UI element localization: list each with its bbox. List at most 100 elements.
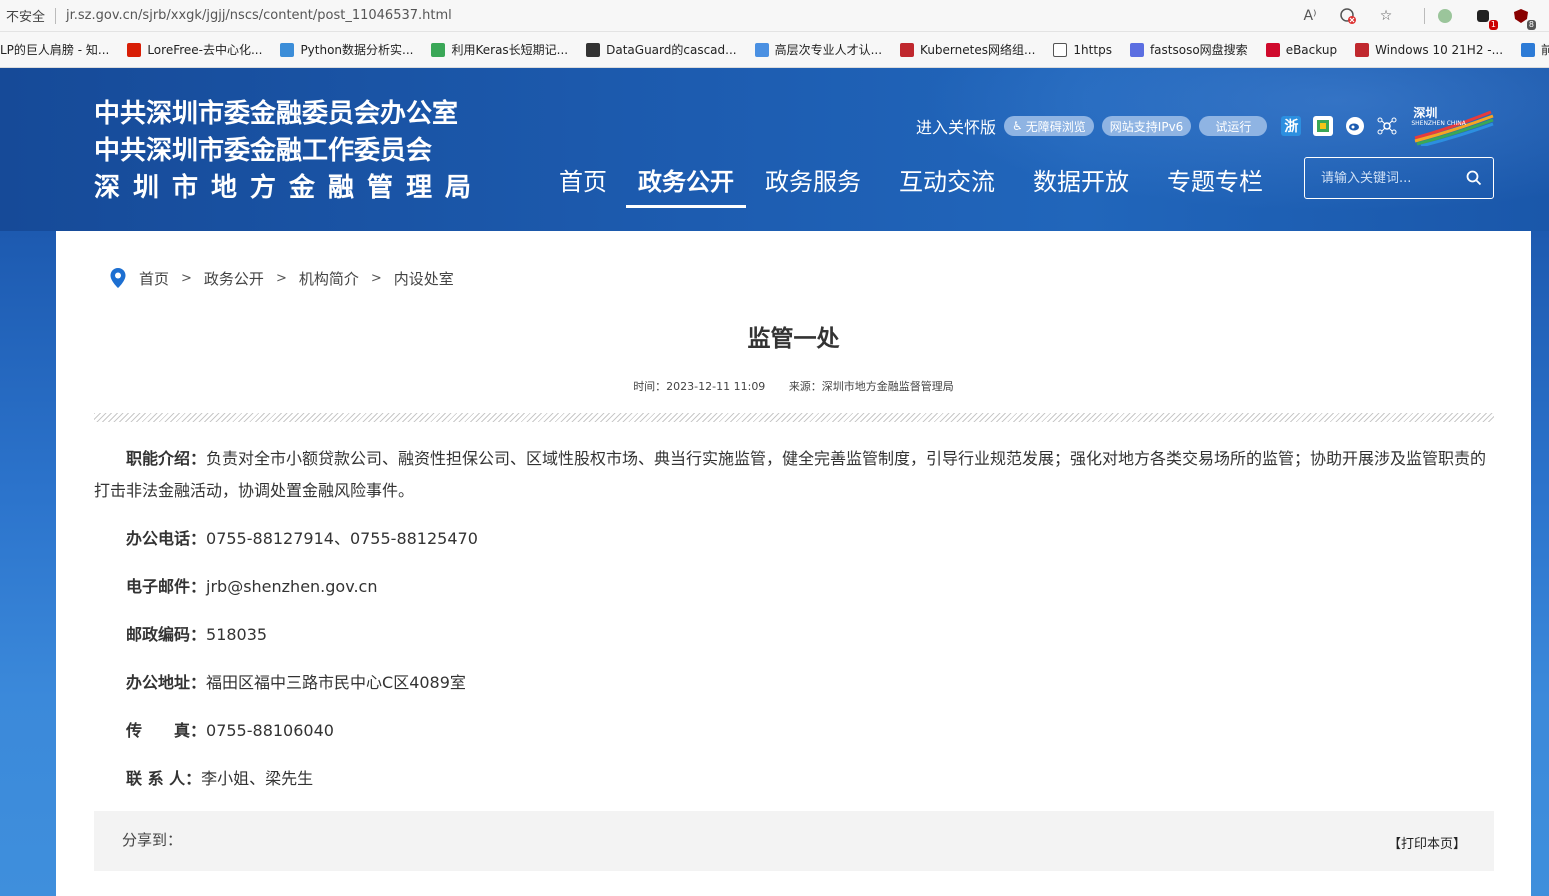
contact-label: 联 系 人： xyxy=(126,769,202,788)
email-label: 电子邮件： xyxy=(126,577,207,596)
nav-home[interactable]: 首页 xyxy=(540,154,626,207)
bookmark-label: eBackup xyxy=(1285,42,1338,57)
network-icon[interactable] xyxy=(1377,116,1397,136)
main-nav: 首页 政务公开 政务服务 互动交流 数据开放 专题专栏 xyxy=(540,154,1282,208)
phone-label: 办公电话： xyxy=(126,529,207,548)
fax-value: 0755-88106040 xyxy=(206,721,334,740)
insecure-label[interactable]: 不安全 xyxy=(6,6,45,25)
nav-open-data[interactable]: 数据开放 xyxy=(1014,154,1148,207)
bookmark-item[interactable]: Python数据分析实... xyxy=(280,41,413,58)
search-circle-icon xyxy=(1129,42,1144,57)
duty-label: 职能介绍： xyxy=(126,449,207,468)
bookmarks-bar: LP的巨人肩膀 - 知... LoreFree-去中心化... Python数据分析… xyxy=(0,32,1549,68)
ipv6-badge[interactable]: 网站支持IPv6 xyxy=(1101,116,1192,136)
weibo-icon[interactable] xyxy=(1345,116,1365,136)
site-header: 中共深圳市委金融委员会办公室 中共深圳市委金融工作委员会 深圳市地方金融管理局 … xyxy=(0,68,1549,231)
shenzhen-logo[interactable]: 深圳 SHENZHEN CHINA xyxy=(1411,106,1495,148)
bookmark-label: DataGuard的cascad... xyxy=(606,43,737,57)
breadcrumb-separator: > xyxy=(181,270,192,286)
bookmark-item[interactable]: LoreFree-去中心化... xyxy=(127,41,262,58)
bookmark-item[interactable]: fastsoso网盘搜索 xyxy=(1129,41,1248,58)
ublock-icon[interactable]: 8 xyxy=(1511,6,1536,30)
postcode-value: 518035 xyxy=(206,625,268,644)
diamond-icon xyxy=(1355,42,1370,57)
logo-line-1: 中共深圳市委金融委员会办公室 xyxy=(94,99,459,129)
site51-icon xyxy=(900,42,915,57)
miniprogram-icon[interactable] xyxy=(1313,116,1334,136)
nav-gov-affairs[interactable]: 政务公开 xyxy=(626,154,746,208)
accessibility-button[interactable]: ♿ 无障碍浏览 xyxy=(1004,116,1094,136)
code-icon xyxy=(431,42,446,57)
email-value[interactable]: jrb@shenzhen.gov.cn xyxy=(206,577,377,596)
article-card: 首页 > 政务公开 > 机构简介 > 内设处室 监管一处 时间：2023-12-… xyxy=(56,231,1531,896)
search-input[interactable] xyxy=(1305,170,1455,186)
postcode-label: 邮政编码： xyxy=(126,625,207,644)
bookmark-item[interactable]: 前言 — 动手学 xyxy=(1521,41,1549,58)
print-page-link[interactable]: 【打印本页】 xyxy=(1388,833,1466,852)
bookmark-label: 利用Keras长短期记... xyxy=(451,43,569,57)
wheelchair-icon: ♿ xyxy=(1012,119,1023,133)
title-divider xyxy=(94,413,1494,422)
breadcrumb-gov-affairs[interactable]: 政务公开 xyxy=(204,268,264,289)
nav-special-topics[interactable]: 专题专栏 xyxy=(1148,154,1282,207)
shenzhen-logo-text: 深圳 xyxy=(1413,106,1438,120)
fax-row: 传 真：0755-88106040 xyxy=(94,715,1494,747)
bookmark-item[interactable]: LP的巨人肩膀 - 知... xyxy=(0,41,109,58)
bookmark-label: LP的巨人肩膀 - 知... xyxy=(0,43,110,57)
bookmark-label: 1https xyxy=(1073,42,1112,57)
tracking-prevention-icon[interactable] xyxy=(1338,6,1358,26)
page-title: 监管一处 xyxy=(747,326,840,352)
lorefree-icon xyxy=(127,42,142,57)
bookmark-item[interactable]: 高层次专业人才认... xyxy=(754,41,883,58)
email-row: 电子邮件：jrb@shenzhen.gov.cn xyxy=(94,571,1494,603)
python-icon xyxy=(280,42,295,57)
bookmark-label: LoreFree-去中心化... xyxy=(147,43,263,57)
address-label: 办公地址： xyxy=(126,673,207,692)
accessibility-label: 无障碍浏览 xyxy=(1025,119,1086,134)
address-url[interactable]: jr.sz.gov.cn/sjrb/xxgk/jgjj/nscs/content… xyxy=(66,8,452,23)
extension-badge-1: 1 xyxy=(1488,20,1498,30)
trial-run-badge[interactable]: 试运行 xyxy=(1199,116,1268,136)
extension-badge-2: 8 xyxy=(1526,20,1536,30)
nav-gov-services[interactable]: 政务服务 xyxy=(746,154,880,207)
breadcrumb: 首页 > 政务公开 > 机构简介 > 内设处室 xyxy=(109,267,454,289)
site-logo[interactable]: 中共深圳市委金融委员会办公室 中共深圳市委金融工作委员会 深圳市地方金融管理局 xyxy=(94,96,484,207)
duty-paragraph: 职能介绍：负责对全市小额贷款公司、融资性担保公司、区域性股权市场、典当行实施监管… xyxy=(94,443,1494,507)
huawei-icon xyxy=(1265,42,1280,57)
bookmark-item[interactable]: Windows 10 21H2 -... xyxy=(1355,42,1503,57)
fax-label: 传 真： xyxy=(126,721,207,740)
care-version-link[interactable]: 进入关怀版 xyxy=(916,114,996,138)
article-source: 来源：深圳市地方金融监督管理局 xyxy=(788,380,954,393)
phone-value: 0755-88127914、0755-88125470 xyxy=(206,529,478,548)
bookmark-item[interactable]: DataGuard的cascad... xyxy=(586,41,737,58)
logo-line-2: 中共深圳市委金融工作委员会 xyxy=(94,136,433,166)
gear-blue-icon xyxy=(754,42,769,57)
bookmark-item[interactable]: 利用Keras长短期记... xyxy=(431,41,568,58)
breadcrumb-departments[interactable]: 内设处室 xyxy=(394,268,454,289)
toolbar-separator xyxy=(1424,8,1425,24)
top-utility-bar: 进入关怀版 ♿ 无障碍浏览 网站支持IPv6 试运行 浙 深圳 SHENZHEN… xyxy=(916,106,1495,148)
address-separator xyxy=(55,7,57,24)
zhe-icon[interactable]: 浙 xyxy=(1281,116,1302,136)
favorite-add-icon[interactable]: ☆ xyxy=(1376,6,1396,26)
share-label: 分享到： xyxy=(122,831,183,849)
browser-toolbar-icons: A⁾ ☆ 1 8 xyxy=(1300,0,1549,32)
bookmark-item[interactable]: Kubernetes网络组... xyxy=(900,41,1035,58)
share-bar: 分享到： 【打印本页】 xyxy=(94,811,1494,871)
bookmark-label: fastsoso网盘搜索 xyxy=(1149,43,1248,57)
search-icon[interactable] xyxy=(1455,158,1493,198)
shenzhen-logo-sub: SHENZHEN CHINA xyxy=(1411,120,1466,127)
location-pin-icon xyxy=(110,268,126,288)
bookmark-item[interactable]: 1https xyxy=(1053,42,1112,57)
breadcrumb-separator: > xyxy=(275,270,287,286)
extension-dark-icon[interactable]: 1 xyxy=(1473,6,1498,30)
bookmark-label: 高层次专业人才认... xyxy=(774,43,883,57)
extension-circle-icon[interactable] xyxy=(1435,6,1455,26)
breadcrumb-home[interactable]: 首页 xyxy=(139,268,169,289)
read-aloud-icon[interactable]: A⁾ xyxy=(1300,6,1320,26)
bookmark-item[interactable]: eBackup xyxy=(1265,42,1338,57)
address-row: 办公地址：福田区福中三路市民中心C区4089室 xyxy=(94,667,1494,699)
breadcrumb-org-intro[interactable]: 机构简介 xyxy=(299,268,359,289)
page-icon xyxy=(1053,42,1068,57)
nav-interaction[interactable]: 互动交流 xyxy=(880,154,1014,207)
